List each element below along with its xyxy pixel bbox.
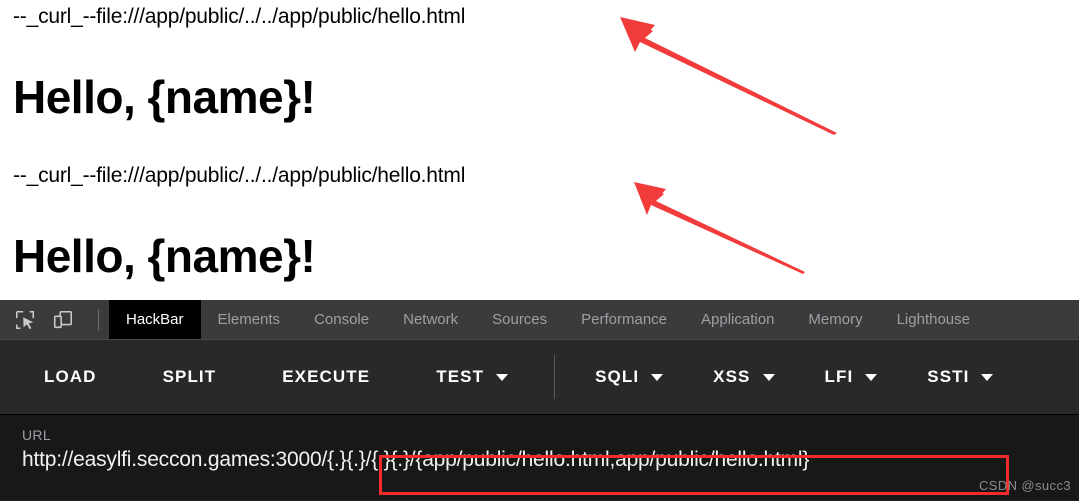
hackbar-action-group: LOAD SPLIT EXECUTE TEST [0,367,509,387]
hackbar-toolbar: LOAD SPLIT EXECUTE TEST SQLI XSS LFI SST… [0,340,1079,415]
split-button-label: SPLIT [162,367,217,386]
tab-lighthouse-label: Lighthouse [896,311,970,328]
chevron-down-icon [762,373,775,381]
tab-elements-label: Elements [217,311,281,328]
load-button-label: LOAD [44,367,97,386]
hackbar-url-section: URL http://easylfi.seccon.games:3000/{.}… [0,415,1079,500]
ssti-dropdown-label: SSTI [927,367,970,386]
tab-application-label: Application [701,311,775,328]
devtools-tabbar: HackBar Elements Console Network Sources… [0,300,1079,340]
tab-elements[interactable]: Elements [201,300,298,339]
devtools-panel: HackBar Elements Console Network Sources… [0,300,1079,501]
annotation-arrow-2 [634,182,805,274]
curl-response-line-2: --_curl_--file:///app/public/../../app/p… [13,164,466,187]
tab-memory-label: Memory [808,311,863,328]
chevron-down-icon [865,373,878,381]
tab-application[interactable]: Application [684,300,791,339]
device-toolbar-icon[interactable] [52,309,74,331]
tab-performance[interactable]: Performance [564,300,684,339]
devtools-tab-list: HackBar Elements Console Network Sources… [109,300,987,339]
test-dropdown-label: TEST [436,367,485,386]
tab-performance-label: Performance [581,311,668,328]
lfi-dropdown-label: LFI [824,367,854,386]
xss-dropdown[interactable]: XSS [713,367,775,387]
url-label: URL [22,427,51,443]
tab-lighthouse[interactable]: Lighthouse [880,300,987,339]
hackbar-payload-group: SQLI XSS LFI SSTI [555,367,994,387]
url-input[interactable]: http://easylfi.seccon.games:3000/{.}{.}/… [22,448,1079,472]
execute-button-label: EXECUTE [282,367,371,386]
xss-dropdown-label: XSS [713,367,751,386]
devtools-icon-group [0,300,109,339]
execute-button[interactable]: EXECUTE [282,367,370,387]
inspect-element-icon[interactable] [14,309,36,331]
tab-console[interactable]: Console [297,300,386,339]
load-button[interactable]: LOAD [44,367,97,387]
hello-heading-1: Hello, {name}! [13,71,316,123]
tab-hackbar-label: HackBar [126,311,184,328]
toolbar-divider [98,308,99,331]
csdn-watermark: CSDN @succ3 [978,478,1071,493]
chevron-down-icon [651,373,664,381]
hello-heading-2: Hello, {name}! [13,230,316,282]
annotation-arrow-1 [620,17,837,135]
lfi-dropdown[interactable]: LFI [825,367,878,387]
chevron-down-icon [981,373,994,381]
tab-network-label: Network [403,311,459,328]
chevron-down-icon [496,373,509,381]
screenshot-root: --_curl_--file:///app/public/../../app/p… [0,0,1079,501]
tab-memory[interactable]: Memory [791,300,879,339]
browser-page-content: --_curl_--file:///app/public/../../app/p… [0,0,1079,300]
tab-network[interactable]: Network [386,300,475,339]
sqli-dropdown-label: SQLI [595,367,640,386]
tab-console-label: Console [314,311,370,328]
tab-sources[interactable]: Sources [475,300,564,339]
curl-response-line-1: --_curl_--file:///app/public/../../app/p… [13,5,466,28]
tab-sources-label: Sources [492,311,548,328]
ssti-dropdown[interactable]: SSTI [927,367,994,387]
tab-hackbar[interactable]: HackBar [109,300,201,339]
sqli-dropdown[interactable]: SQLI [595,367,664,387]
test-dropdown[interactable]: TEST [436,367,509,387]
split-button[interactable]: SPLIT [163,367,217,387]
